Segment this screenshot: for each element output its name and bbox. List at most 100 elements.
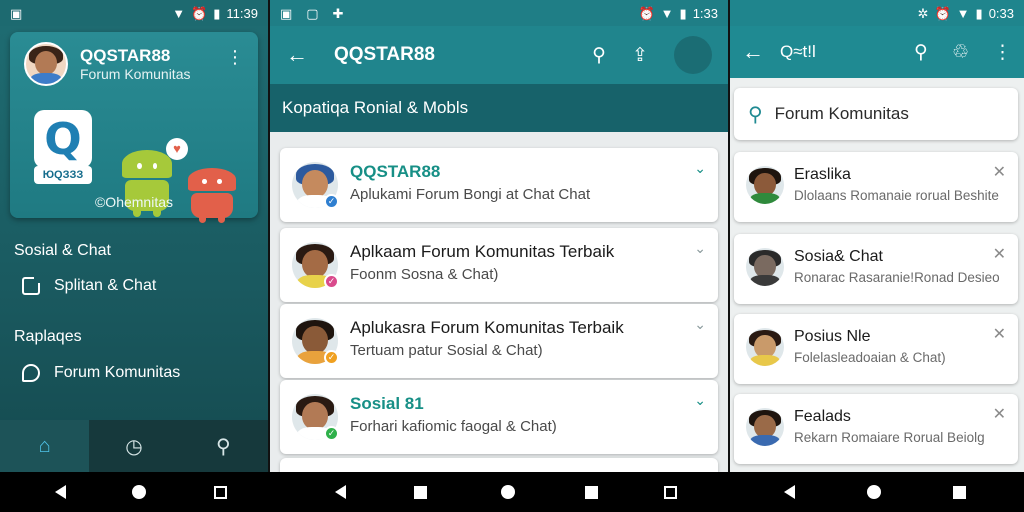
overview-nav-icon[interactable]	[953, 486, 966, 499]
overview-nav-icon[interactable]	[414, 486, 427, 499]
chevron-down-icon[interactable]: ⌄	[694, 240, 706, 257]
search-input[interactable]: ⚲ Forum Komunitas	[734, 88, 1018, 140]
list-item-subtitle: Tertuam patur Sosial & Chat)	[350, 342, 543, 359]
plus-icon: ✚	[332, 5, 344, 21]
list-item[interactable]: ✓ Aplukasra Forum Komunitas Terbaik Tertua…	[280, 304, 718, 378]
result-title: Fealads	[794, 408, 851, 425]
status-badge-icon: ✓	[324, 194, 339, 209]
home-nav-icon[interactable]	[867, 485, 881, 499]
overview-nav-icon[interactable]	[585, 486, 598, 499]
more-vert-icon[interactable]: ⋮	[993, 41, 1012, 64]
list-panel: ▣ ▢ ✚ ⏰ ▼ ▮ 1:33 ← QQSTAR88 ⚲ ⇪ Kopatiqa…	[270, 0, 728, 472]
activity-icon[interactable]: ◷	[89, 420, 178, 472]
drawer-card-footer: ©Ohemnitas	[94, 194, 173, 210]
result-subtitle: Dlolaans Romanaie rorual Beshite	[794, 188, 999, 203]
list-item[interactable]: ✓ Sosial 81 Forhari kafiomic faogal & Chat…	[280, 380, 718, 454]
avatar	[746, 408, 784, 446]
community-icon[interactable]: ♲	[952, 41, 969, 64]
status-time: 0:33	[988, 5, 1014, 21]
alarm-icon: ⏰	[638, 5, 655, 21]
home-nav-icon[interactable]	[132, 485, 146, 499]
battery-icon: ▮	[679, 5, 687, 21]
notification-icon: ▣	[10, 5, 23, 21]
result-subtitle: Ronarac Rasaranie!Ronad Desieo	[794, 270, 1000, 285]
chat-bubble-icon	[22, 364, 40, 382]
profile-avatar[interactable]	[24, 42, 68, 86]
wifi-icon: ▼	[172, 5, 186, 21]
app-bar: ← QQSTAR88 ⚲ ⇪	[270, 26, 728, 84]
status-badge-icon: ✓	[324, 274, 339, 289]
nav-item-label: Splitan & Chat	[54, 277, 157, 294]
section-heading-social: Sosial & Chat	[14, 242, 111, 259]
search-icon[interactable]: ⚲	[592, 44, 606, 67]
nav-item-chat[interactable]: Splitan & Chat	[22, 276, 157, 295]
close-icon[interactable]: ✕	[993, 404, 1006, 424]
system-navigation-bar	[0, 472, 1024, 512]
status-badge-icon: ✓	[324, 426, 339, 441]
app-bar: ← Q≈t!l ⚲ ♲ ⋮	[730, 26, 1024, 78]
result-title: Eraslika	[794, 166, 851, 183]
heart-bubble-icon: ♥	[166, 138, 188, 160]
search-input-value: Forum Komunitas	[774, 104, 909, 123]
list-item-title: Sosial 81	[350, 394, 424, 413]
battery-icon: ▮	[213, 5, 221, 21]
settings-icon: ✲	[917, 5, 929, 21]
status-badge-icon: ✓	[324, 350, 339, 365]
bottom-navigation: ⌂ ◷ ⚲	[0, 420, 268, 472]
back-arrow-icon[interactable]: ←	[742, 39, 772, 65]
list-item-subtitle: Forhari kafiomic faogal & Chat)	[350, 418, 557, 435]
app-bar-title: QQSTAR88	[334, 44, 436, 65]
section-heading-pages: Raplaqes	[14, 328, 82, 345]
profile-circle-button[interactable]	[674, 36, 712, 74]
nav-item-label: Forum Komunitas	[54, 364, 181, 381]
list-item-title: QQSTAR88	[350, 162, 441, 181]
more-vert-icon[interactable]: ⋮	[226, 48, 244, 66]
result-subtitle: Folelasleadoaian & Chat)	[794, 350, 946, 365]
search-icon[interactable]: ⚲	[179, 420, 268, 472]
home-icon[interactable]: ⌂	[0, 420, 90, 472]
search-result-item[interactable]: Sosia& Chat Ronarac Rasaranie!Ronad Desie…	[734, 234, 1018, 304]
chevron-down-icon[interactable]: ⌄	[694, 392, 706, 409]
avatar	[746, 166, 784, 204]
nav-item-forum[interactable]: Forum Komunitas	[22, 364, 180, 382]
list-item-title: Aplkaam Forum Komunitas Terbaik	[350, 242, 615, 261]
status-bar: ▣ ▼ ⏰ ▮ 11:39	[0, 0, 268, 26]
search-result-item[interactable]: Eraslika Dlolaans Romanaie rorual Beshite…	[734, 152, 1018, 222]
edit-icon	[22, 276, 41, 295]
search-icon[interactable]: ⚲	[914, 41, 928, 64]
back-nav-icon[interactable]	[55, 485, 66, 499]
drawer-header-card: QQSTAR88 Forum Komunitas ⋮ Q ЮQЗЗЗ ♥ ©Oh…	[10, 32, 258, 224]
list-item[interactable]: ✓ Aplkaam Forum Komunitas Terbaik Foonm So…	[280, 228, 718, 302]
home-nav-icon[interactable]	[501, 485, 515, 499]
search-panel: ✲ ⏰ ▼ ▮ 0:33 ← Q≈t!l ⚲ ♲ ⋮ ⚲ Forum Komun…	[730, 0, 1024, 472]
search-icon: ⚲	[748, 103, 763, 126]
list-item-subtitle: Aplukami Forum Bongi at Chat Chat	[350, 186, 591, 203]
notification-icon: ▣	[280, 5, 293, 21]
list-item-subtitle: Foonm Sosna & Chat)	[350, 266, 499, 283]
status-bar: ✲ ⏰ ▼ ▮ 0:33	[730, 0, 1024, 26]
close-icon[interactable]: ✕	[993, 324, 1006, 344]
list-item[interactable]: ✓ QQSTAR88 Aplukami Forum Bongi at Chat Ch…	[280, 148, 718, 222]
share-icon[interactable]: ⇪	[632, 44, 648, 67]
back-nav-icon[interactable]	[335, 485, 346, 499]
search-result-item[interactable]: Fealads Rekarn Romaiare Rorual Beiolg ✕	[734, 394, 1018, 464]
chevron-down-icon[interactable]: ⌄	[694, 160, 706, 177]
recents-nav-icon[interactable]	[664, 486, 677, 499]
result-subtitle: Rekarn Romaiare Rorual Beiolg	[794, 430, 985, 445]
battery-icon: ▮	[975, 5, 983, 21]
wifi-icon: ▼	[956, 5, 970, 21]
app-logo-tag: ЮQЗЗЗ	[34, 166, 92, 184]
message-icon: ▢	[306, 5, 319, 21]
close-icon[interactable]: ✕	[993, 244, 1006, 264]
recents-nav-icon[interactable]	[214, 486, 227, 499]
list-item[interactable]	[280, 458, 718, 472]
search-result-item[interactable]: Posius Nle Folelasleadoaian & Chat) ✕	[734, 314, 1018, 384]
status-bar: ▣ ▢ ✚ ⏰ ▼ ▮ 1:33	[270, 0, 728, 26]
app-bar-title: Q≈t!l	[780, 42, 816, 61]
back-arrow-icon[interactable]: ←	[286, 42, 316, 68]
close-icon[interactable]: ✕	[993, 162, 1006, 182]
drawer-app-title: QQSTAR88	[80, 46, 171, 65]
status-time: 11:39	[226, 5, 258, 21]
chevron-down-icon[interactable]: ⌄	[694, 316, 706, 333]
back-nav-icon[interactable]	[784, 485, 795, 499]
